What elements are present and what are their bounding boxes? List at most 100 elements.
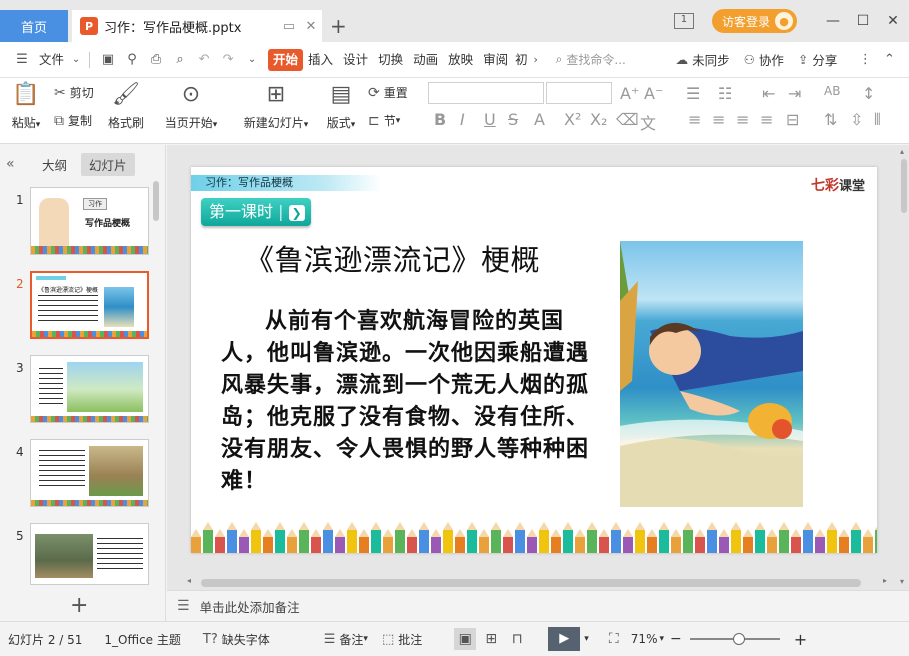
play-slideshow-button[interactable]: ▶ [548, 627, 581, 651]
slide[interactable]: 习作：写作品梗概 七彩课堂 第一课时 | ❯ 《鲁滨逊漂流记》梗概 从前有个喜欢… [191, 167, 877, 553]
command-search[interactable]: ⌕ 查找命令... [556, 51, 656, 68]
scroll-down-icon[interactable]: ▾ [900, 577, 904, 586]
font-family-select[interactable] [428, 82, 544, 104]
slide-thumbnail-4[interactable]: 4 [0, 439, 166, 509]
more-options-icon[interactable]: ⋮ [853, 52, 877, 67]
grid-view-icon[interactable]: ⊞ [480, 628, 502, 650]
sync-button[interactable]: ☁ 未同步 [676, 50, 730, 69]
subscript-icon[interactable]: X₂ [590, 110, 607, 129]
new-slide-button[interactable]: ⊞ 新建幻灯片▾ [240, 82, 312, 131]
new-tab-plus-icon[interactable]: + [330, 14, 347, 38]
visitor-login-button[interactable]: 访客登录 ● [711, 9, 797, 33]
superscript-icon[interactable]: X² [564, 110, 581, 129]
tab-more[interactable]: 初 [513, 49, 530, 71]
zoom-in-icon[interactable]: + [794, 630, 807, 649]
italic-icon[interactable]: I [460, 110, 465, 129]
align-right-icon[interactable]: ≡ [736, 110, 749, 129]
underline-icon[interactable]: U [484, 110, 496, 129]
close-window-icon[interactable]: ✕ [879, 13, 907, 29]
file-menu[interactable]: 文件 [34, 49, 69, 71]
collab-button[interactable]: ⚇ 协作 [744, 50, 784, 69]
share-button[interactable]: ⇪ 分享 [798, 50, 838, 69]
minimize-icon[interactable]: — [819, 13, 847, 29]
play-options-icon[interactable]: ▾ [584, 634, 589, 644]
grow-font-icon[interactable]: A⁺ [620, 84, 639, 103]
strikethrough-icon[interactable]: S [508, 110, 518, 129]
tab-outline[interactable]: 大纲 [34, 153, 75, 176]
line-spacing-icon[interactable]: ↕ [862, 84, 875, 103]
undo-icon[interactable]: ↶ [192, 52, 216, 67]
font-size-select[interactable] [546, 82, 612, 104]
hamburger-icon[interactable]: ☰ [10, 52, 34, 67]
collapse-panel-icon[interactable]: « [6, 156, 34, 172]
tab-start[interactable]: 开始 [268, 48, 304, 71]
more-quick-icon[interactable]: ⌄ [240, 54, 264, 65]
print-preview-icon[interactable]: ⌕ [168, 52, 192, 67]
distribute-icon[interactable]: ⊟ [786, 110, 799, 129]
font-color-icon[interactable]: A [534, 110, 545, 129]
horizontal-scrollbar[interactable]: ◂ ▸ [187, 576, 887, 588]
reading-view-icon[interactable]: ⊓ [506, 628, 528, 650]
tab-insert[interactable]: 插入 [303, 49, 338, 71]
align-left-icon[interactable]: ≡ [688, 110, 701, 129]
scroll-up-icon[interactable]: ▴ [900, 147, 904, 156]
tab-transition[interactable]: 切换 [373, 49, 408, 71]
justify-icon[interactable]: ≡ [760, 110, 773, 129]
format-painter-button[interactable]: 🖌 格式刷 [104, 82, 148, 131]
zoom-slider[interactable] [689, 633, 780, 645]
slide-thumbnail-5[interactable]: 5 [0, 523, 166, 593]
copy-button[interactable]: ⧉ 复制 [54, 112, 92, 129]
bold-icon[interactable]: B [434, 110, 446, 129]
home-tab[interactable]: 首页 [0, 10, 68, 42]
phonetic-icon[interactable]: 文 [640, 110, 656, 134]
normal-view-icon[interactable]: ▣ [454, 628, 477, 650]
save-icon[interactable]: ▣ [96, 52, 120, 67]
layout-button[interactable]: ▤ 版式▾ [322, 82, 360, 131]
tab-animation[interactable]: 动画 [408, 49, 443, 71]
document-tab[interactable]: P 习作：写作品梗概.pptx ▭ ✕ [72, 10, 322, 42]
cut-button[interactable]: ✂ 剪切 [54, 84, 94, 101]
tab-design[interactable]: 设计 [338, 49, 373, 71]
print-icon[interactable]: ⎙ [144, 52, 168, 67]
increase-indent-icon[interactable]: ⇥ [788, 84, 801, 103]
start-from-current-button[interactable]: ⊙ 当页开始▾ [162, 82, 220, 131]
monitor-icon[interactable]: ▭ [278, 19, 300, 34]
shrink-font-icon[interactable]: A⁻ [644, 84, 663, 103]
numbering-icon[interactable]: ☷ [718, 84, 732, 103]
bullets-icon[interactable]: ☰ [686, 84, 700, 103]
add-slide-plus-icon[interactable]: + [70, 593, 88, 618]
eraser-icon[interactable]: ⌫ [616, 110, 639, 129]
tab-slides[interactable]: 幻灯片 [81, 152, 135, 176]
text-direction-icon[interactable]: ⇅ [824, 110, 837, 129]
slide-thumbnail-2[interactable]: 2 《鲁滨逊漂流记》梗概 [0, 271, 166, 341]
maximize-icon[interactable]: ☐ [849, 13, 877, 29]
chevron-down-icon[interactable]: ⌄ [69, 54, 83, 65]
change-case-icon[interactable]: AB [824, 84, 840, 98]
collapse-ribbon-icon[interactable]: ⌃ [877, 52, 901, 67]
zoom-out-icon[interactable]: − [670, 631, 682, 647]
columns-icon[interactable]: ⫴ [874, 110, 881, 130]
notes-toggle-button[interactable]: ☰ 备注 ▾ [324, 631, 368, 648]
scroll-left-icon[interactable]: ◂ [187, 576, 191, 585]
close-tab-icon[interactable]: ✕ [300, 19, 322, 34]
text-align-icon[interactable]: ⇳ [850, 110, 863, 129]
comment-button[interactable]: ⬚ 批注 [382, 631, 422, 648]
redo-icon[interactable]: ↷ [216, 52, 240, 67]
paste-button[interactable]: 📋 粘贴▾ [8, 82, 44, 131]
format-painter-icon[interactable]: ⚲ [120, 52, 144, 67]
notes-area[interactable]: ☰ 单击此处添加备注 [167, 590, 909, 621]
reset-button[interactable]: ⟳ 重置 [368, 84, 408, 101]
align-center-icon[interactable]: ≡ [712, 110, 725, 129]
missing-font-button[interactable]: T? 缺失字体 [203, 631, 270, 648]
zoom-level[interactable]: 71% [631, 632, 658, 646]
scroll-right-icon[interactable]: ▸ [883, 576, 887, 585]
zoom-dropdown-icon[interactable]: ▾ [659, 634, 664, 644]
slide-thumbnail-3[interactable]: 3 [0, 355, 166, 425]
section-button[interactable]: ⊏ 节 ▾ [368, 112, 400, 129]
slide-thumbnail-1[interactable]: 1 习作 写作品梗概 [0, 187, 166, 257]
vertical-scrollbar[interactable]: ▴ ▾ [899, 145, 909, 590]
chevron-right-icon[interactable]: › [530, 53, 542, 66]
decrease-indent-icon[interactable]: ⇤ [762, 84, 775, 103]
tab-slideshow[interactable]: 放映 [443, 49, 478, 71]
fit-window-icon[interactable]: ⛶ [603, 628, 625, 650]
